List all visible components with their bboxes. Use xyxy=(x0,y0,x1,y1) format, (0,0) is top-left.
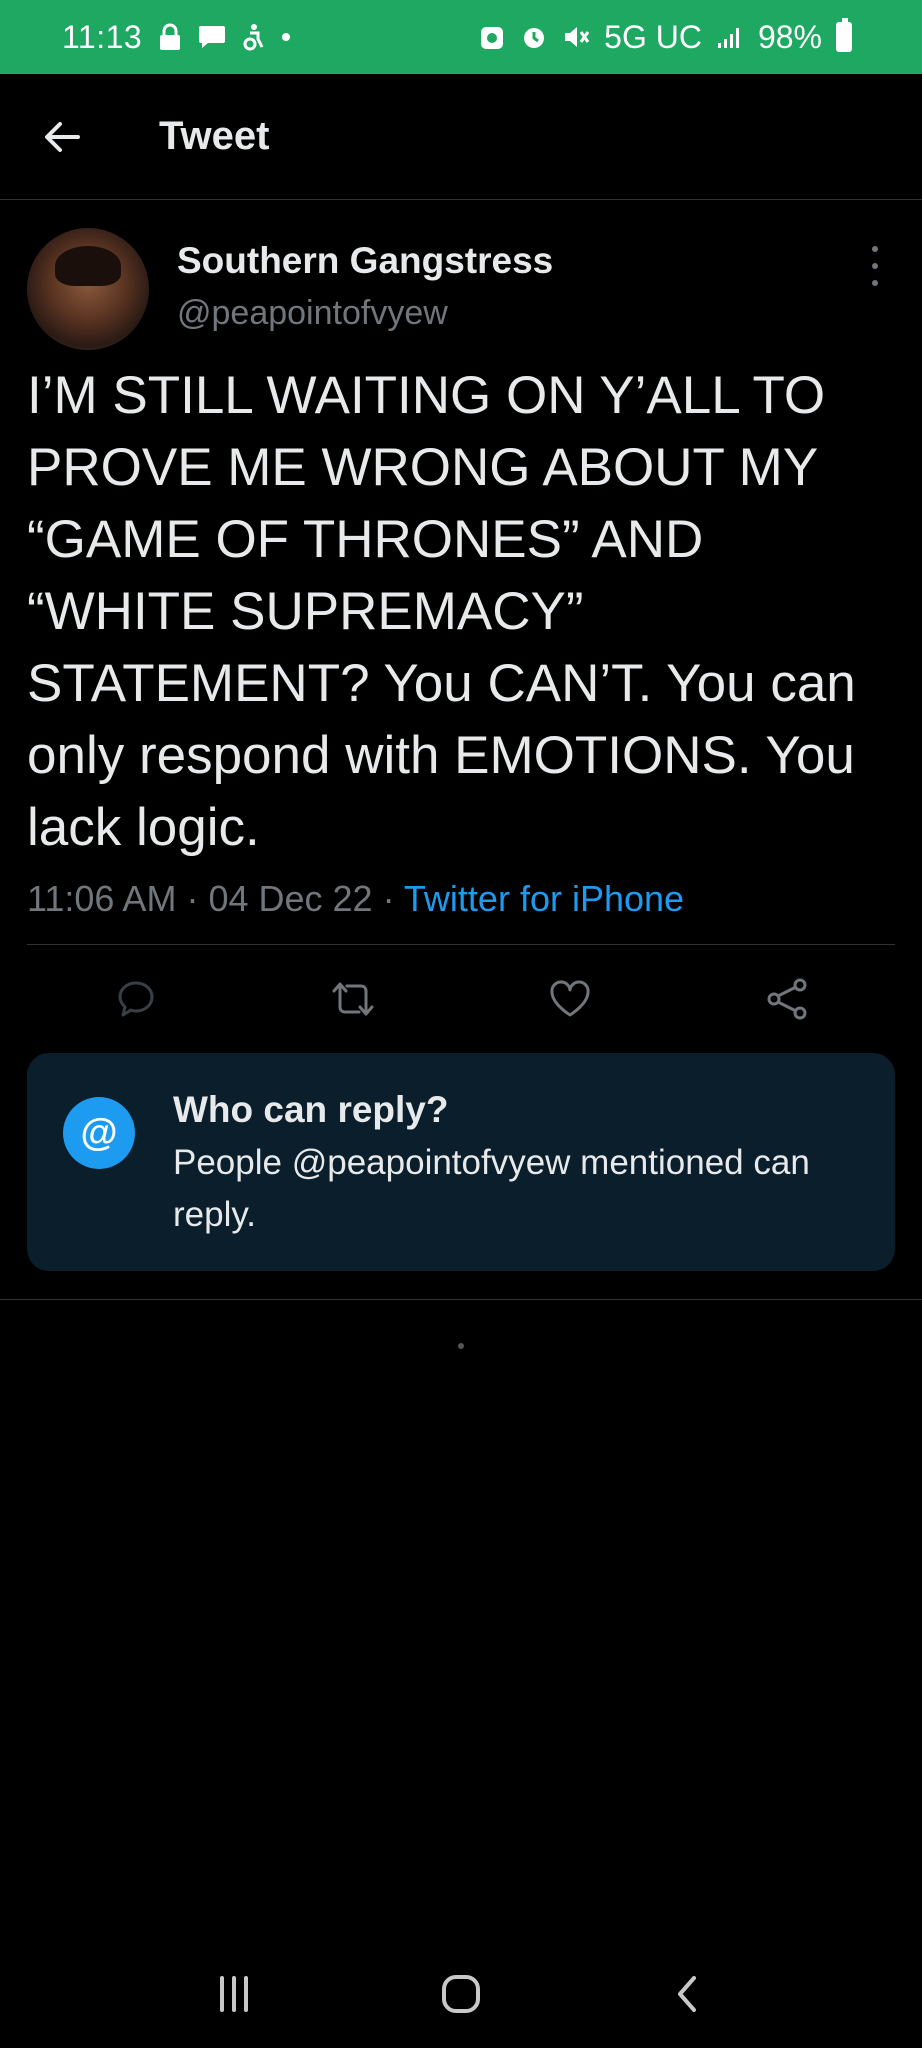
tweet-actions xyxy=(27,966,895,1032)
page-title: Tweet xyxy=(159,114,270,158)
reply-icon xyxy=(118,981,153,1017)
meta-separator: · xyxy=(186,878,209,919)
tweet-author: Southern Gangstress @peapointofvyew xyxy=(27,228,895,350)
home-icon xyxy=(441,1975,480,2013)
accessibility-icon xyxy=(240,23,268,51)
message-icon xyxy=(198,23,226,51)
reply-info: Who can reply? People @peapointofvyew me… xyxy=(173,1089,833,1271)
retweet-button[interactable] xyxy=(323,969,383,1029)
heart-icon xyxy=(549,980,590,1017)
recent-apps-icon xyxy=(219,1976,248,2012)
loading-indicator xyxy=(458,1343,464,1349)
network-type: 5G UC xyxy=(604,18,702,55)
back-arrow-icon xyxy=(45,121,80,152)
status-bar-right: 5G UC 98% xyxy=(478,18,852,56)
meta-separator: · xyxy=(382,878,404,919)
wifi-calling-icon xyxy=(478,23,506,51)
back-button[interactable] xyxy=(30,105,94,169)
signal-icon xyxy=(716,23,744,51)
status-time: 11:13 xyxy=(62,18,143,55)
home-button[interactable] xyxy=(421,1954,501,2034)
tweet-meta: 11:06 AM · 04 Dec 22 · Twitter for iPhon… xyxy=(27,878,895,920)
status-bar-left: 11:13 xyxy=(62,18,291,56)
battery-percent: 98% xyxy=(757,18,822,55)
lock-icon xyxy=(156,23,184,51)
author-handle[interactable]: @peapointofvyew xyxy=(177,294,553,333)
author-names: Southern Gangstress @peapointofvyew xyxy=(177,240,553,333)
battery-icon xyxy=(836,18,852,52)
tweet-source-link[interactable]: Twitter for iPhone xyxy=(404,878,684,919)
recent-apps-button[interactable] xyxy=(194,1954,274,2034)
app-header: Tweet xyxy=(0,74,922,200)
alarm-icon xyxy=(520,23,548,51)
status-bar: 11:13 5G UC 98% xyxy=(0,0,922,74)
tweet-text: I’M STILL WAITING ON Y’ALL TO PROVE ME W… xyxy=(27,366,871,857)
tweet: Southern Gangstress @peapointofvyew I’M … xyxy=(27,228,895,920)
reply-button[interactable] xyxy=(106,969,166,1029)
chevron-left-icon xyxy=(678,1976,697,2012)
author-display-name[interactable]: Southern Gangstress xyxy=(177,240,553,282)
divider xyxy=(27,944,895,945)
tweet-date: 04 Dec 22 xyxy=(208,878,373,919)
like-button[interactable] xyxy=(540,969,600,1029)
divider xyxy=(0,1299,922,1300)
share-button[interactable] xyxy=(757,969,817,1029)
mute-icon xyxy=(562,23,590,51)
reply-description: People @peapointofvyew mentioned can rep… xyxy=(173,1143,810,1234)
at-icon: @ xyxy=(63,1097,135,1169)
reply-title: Who can reply? xyxy=(173,1089,449,1130)
avatar[interactable] xyxy=(27,228,149,350)
more-options-icon[interactable] xyxy=(865,246,885,286)
who-can-reply-card: @ Who can reply? People @peapointofvyew … xyxy=(27,1053,895,1271)
retweet-icon xyxy=(332,982,373,1016)
notification-dot-icon xyxy=(282,33,291,41)
tweet-time: 11:06 AM xyxy=(27,878,177,919)
system-nav-bar xyxy=(0,1940,922,2048)
share-icon xyxy=(767,978,806,1020)
system-back-button[interactable] xyxy=(648,1954,728,2034)
